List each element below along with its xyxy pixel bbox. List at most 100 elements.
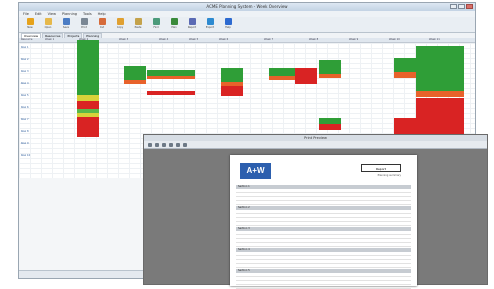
window-title: ACME Planning System - Week Overview [206, 4, 288, 9]
company-logo: A+W [240, 163, 271, 179]
planning-cell[interactable] [221, 86, 243, 96]
toolbar-find-button[interactable]: Find [149, 18, 163, 32]
paste-icon [134, 18, 142, 25]
toolbar-label: Open [44, 26, 52, 29]
report-section: Section 3 [236, 227, 411, 247]
first-page-icon[interactable] [148, 142, 152, 147]
toolbar-paste-button[interactable]: Paste [131, 18, 145, 32]
save-icon [62, 18, 70, 25]
menu-planning[interactable]: Planning [62, 11, 77, 17]
toolbar-export-button[interactable]: Export [203, 18, 217, 32]
column-header: Week 7 [264, 38, 274, 41]
planning-cell[interactable] [416, 46, 464, 91]
print-icon [80, 18, 88, 25]
report-section: Section 2 [236, 206, 411, 226]
column-header: Week 10 [389, 38, 400, 41]
print-preview-window: Print Preview A+W Report Planning summar… [143, 134, 488, 289]
column-header: Week 9 [349, 38, 359, 41]
last-page-icon[interactable] [169, 142, 173, 147]
column-header: Week 1 [45, 38, 55, 41]
planning-cell[interactable] [269, 68, 295, 76]
row-label: Row 3 [21, 70, 29, 73]
toolbar-label: Find [153, 26, 159, 29]
planning-cell[interactable] [77, 40, 99, 95]
report-page: A+W Report Planning summary Section 1 Sec… [230, 155, 417, 289]
planning-cell[interactable] [319, 124, 341, 130]
prev-page-icon[interactable] [155, 142, 159, 147]
planning-cell[interactable] [77, 101, 99, 109]
toolbar-report-button[interactable]: Report [185, 18, 199, 32]
toolbar-save-button[interactable]: Save [59, 18, 73, 32]
menu-tools[interactable]: Tools [83, 11, 92, 17]
plan-icon [170, 18, 178, 25]
toolbar: New Open Save Print Cut Copy Paste Find Plan Repo… [19, 17, 475, 33]
toolbar-label: Save [62, 26, 70, 29]
row-label: Row 1 [21, 46, 29, 49]
toolbar-label: New [27, 26, 33, 29]
planning-cell[interactable] [319, 74, 341, 78]
column-header: Week 8 [309, 38, 319, 41]
row-label: Row 5 [21, 94, 29, 97]
planning-cell[interactable] [269, 76, 295, 80]
column-header: Week 5 [189, 38, 199, 41]
planning-cell[interactable] [416, 91, 464, 97]
maximize-button[interactable] [458, 4, 465, 9]
row-label: Row 8 [21, 130, 29, 133]
export-icon [206, 18, 214, 25]
planning-cell[interactable] [319, 60, 341, 74]
toolbar-cut-button[interactable]: Cut [95, 18, 109, 32]
planning-cell[interactable] [124, 80, 146, 84]
report-title: Report [361, 164, 401, 172]
toolbar-copy-button[interactable]: Copy [113, 18, 127, 32]
row-label: Row 10 [21, 154, 31, 157]
report-row [236, 201, 411, 205]
planning-cell[interactable] [416, 98, 464, 136]
cut-icon [98, 18, 106, 25]
toolbar-label: Export [205, 26, 215, 29]
report-section: Section 5 [236, 269, 411, 289]
planning-cell[interactable] [147, 76, 195, 79]
toolbar-label: Help [225, 26, 231, 29]
row-label: Row 7 [21, 118, 29, 121]
menu-view[interactable]: View [48, 11, 56, 17]
minimize-button[interactable] [450, 4, 457, 9]
column-header: Week 11 [429, 38, 440, 41]
column-header: Week 6 [219, 38, 229, 41]
zoom-icon[interactable] [176, 142, 180, 147]
menu-file[interactable]: File [23, 11, 29, 17]
row-label: Row 6 [21, 106, 29, 109]
menu-edit[interactable]: Edit [35, 11, 42, 17]
report-row [236, 222, 411, 226]
report-subtitle: Planning summary [377, 174, 401, 177]
toolbar-print-button[interactable]: Print [77, 18, 91, 32]
report-icon [188, 18, 196, 25]
copy-icon [116, 18, 124, 25]
planning-cell[interactable] [124, 66, 146, 80]
toolbar-plan-button[interactable]: Plan [167, 18, 181, 32]
planning-cell[interactable] [147, 91, 195, 95]
find-icon [152, 18, 160, 25]
planning-cell[interactable] [394, 72, 416, 78]
toolbar-open-button[interactable]: Open [41, 18, 55, 32]
toolbar-help-button[interactable]: Help [221, 18, 235, 32]
planning-cell[interactable] [221, 68, 243, 82]
planning-cell[interactable] [77, 117, 99, 137]
toolbar-label: Plan [171, 26, 177, 29]
menu-help[interactable]: Help [98, 11, 106, 17]
preview-toolbar [144, 141, 487, 149]
print-icon[interactable] [183, 142, 187, 147]
planning-cell[interactable] [295, 78, 317, 84]
planning-cell[interactable] [394, 58, 416, 72]
report-section: Section 1 [236, 185, 411, 205]
row-label: Row 2 [21, 58, 29, 61]
row-label: Row 4 [21, 82, 29, 85]
report-row [236, 264, 411, 268]
toolbar-label: Paste [134, 26, 142, 29]
new-icon [26, 18, 34, 25]
planning-cell[interactable] [295, 68, 317, 78]
toolbar-new-button[interactable]: New [23, 18, 37, 32]
close-button[interactable] [466, 4, 473, 9]
column-header: Resource [21, 38, 33, 41]
next-page-icon[interactable] [162, 142, 166, 147]
row-label: Row 9 [21, 142, 29, 145]
